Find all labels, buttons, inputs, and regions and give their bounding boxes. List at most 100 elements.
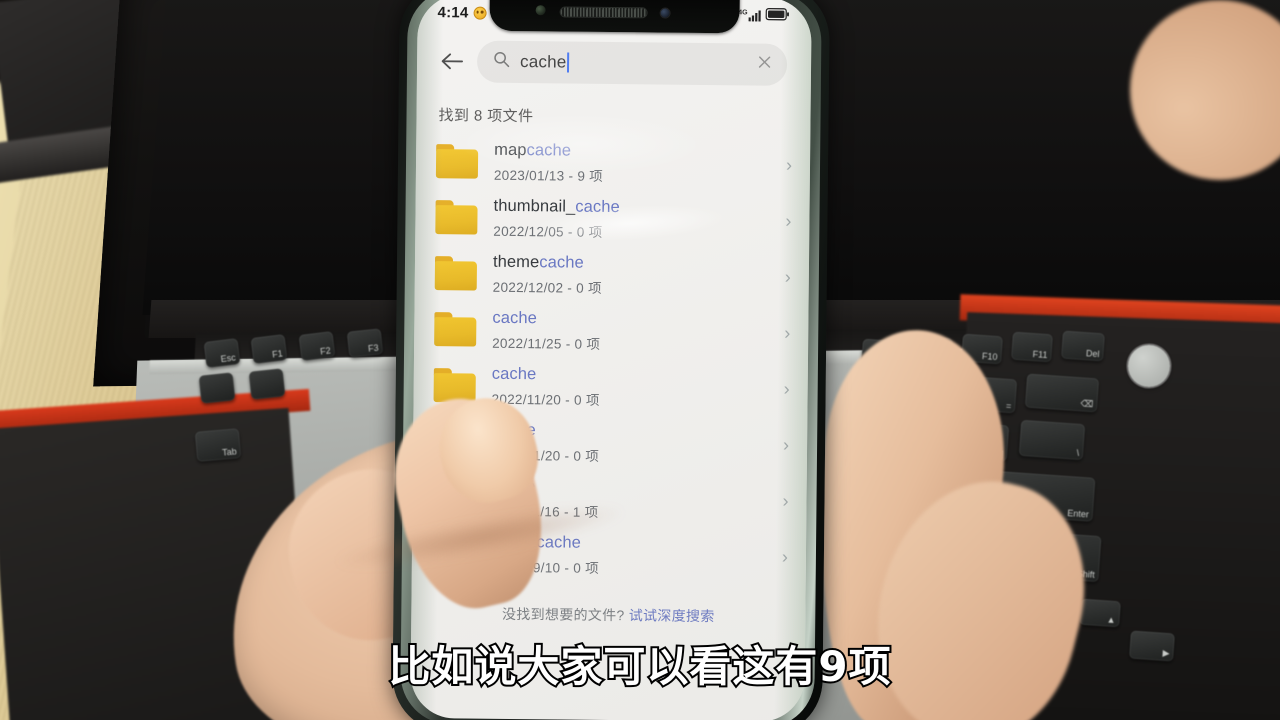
folder-name-match: cache bbox=[490, 476, 536, 495]
result-count-label: 找到 8 项文件 bbox=[438, 107, 534, 126]
row-texts: cache 2022/11/25 - 0 项 bbox=[492, 307, 772, 355]
notch-sensor-icon bbox=[535, 5, 546, 16]
laptop-key: P bbox=[856, 426, 902, 466]
screenshot-root: EscF1F2F3TabF8F9F10F11Del0-=⌫P[]\;'Enter… bbox=[0, 0, 1280, 720]
laptop-key bbox=[248, 368, 286, 400]
row-texts: cache 2022/11/20 - 0 项 bbox=[491, 419, 771, 467]
status-time: 4:14 bbox=[437, 3, 469, 21]
chevron-right-icon[interactable]: › bbox=[772, 378, 790, 399]
folder-icon bbox=[434, 312, 477, 347]
chevron-right-icon[interactable]: › bbox=[773, 266, 791, 287]
folder-name-match: cache bbox=[539, 252, 584, 272]
row-texts: mapcache 2023/01/13 - 9 项 bbox=[494, 139, 774, 187]
search-header: cache bbox=[417, 30, 812, 94]
table-row[interactable]: cache 2022/11/20 - 0 项 › bbox=[413, 357, 808, 417]
folder-name: themecache bbox=[493, 251, 773, 275]
row-texts: thumbnail_cache 2022/12/05 - 0 项 bbox=[493, 195, 773, 243]
folder-name: cache bbox=[491, 419, 771, 443]
folder-name: cache bbox=[492, 363, 772, 387]
folder-icon bbox=[434, 256, 478, 291]
laptop-key: [ bbox=[910, 424, 956, 464]
chevron-right-icon[interactable]: › bbox=[774, 154, 792, 175]
chevron-right-icon[interactable]: › bbox=[770, 490, 788, 511]
laptop-key bbox=[198, 372, 236, 404]
folder-name: cache bbox=[491, 475, 771, 499]
folder-meta: 2022/12/05 - 0 项 bbox=[493, 224, 603, 241]
laptop-key: - bbox=[920, 378, 966, 416]
folder-meta: 2022/11/25 - 0 项 bbox=[492, 336, 601, 353]
folder-meta: 2022/11/20 - 0 项 bbox=[491, 392, 600, 409]
folder-meta: 2022/09/10 - 0 项 bbox=[489, 560, 599, 577]
battery-icon bbox=[765, 7, 790, 24]
laptop-key: Del bbox=[1061, 330, 1105, 362]
back-arrow-icon bbox=[441, 53, 463, 70]
table-row[interactable]: themecache 2022/12/02 - 0 项 › bbox=[415, 245, 810, 305]
folder-name-match: cache bbox=[575, 197, 620, 216]
table-row[interactable]: cache 2022/11/25 - 0 项 › bbox=[414, 301, 809, 361]
search-input-text[interactable]: cache bbox=[520, 52, 746, 74]
search-query-value: cache bbox=[520, 52, 567, 72]
power-button-laptop bbox=[1128, 345, 1170, 387]
laptop-key: F8 bbox=[861, 338, 903, 370]
row-texts: cache 2022/11/16 - 1 项 bbox=[490, 475, 770, 523]
phone-notch bbox=[489, 0, 740, 34]
row-texts: cache 2022/11/20 - 0 项 bbox=[491, 363, 771, 411]
folder-name: thumbnail_cache bbox=[493, 195, 773, 219]
table-row[interactable]: mapcache 2023/01/13 - 9 项 › bbox=[416, 133, 811, 193]
laptop-key: F11 bbox=[1011, 331, 1053, 363]
search-result-list: mapcache 2023/01/13 - 9 项 › thumbnail_cache… bbox=[412, 133, 811, 585]
folder-name: themecache bbox=[490, 531, 770, 555]
folder-name-prefix: thumbnail_ bbox=[493, 196, 576, 216]
folder-icon bbox=[431, 536, 475, 571]
video-caption: 比如说大家可以看这有9项 bbox=[386, 640, 892, 693]
folder-name-match: cache bbox=[492, 308, 538, 327]
folder-name-match: cache bbox=[491, 420, 536, 439]
folder-icon bbox=[435, 144, 479, 179]
laptop-key: Enter bbox=[982, 470, 1096, 522]
deep-search-link[interactable]: 试试深度搜索 bbox=[629, 607, 715, 624]
folder-name-match: cache bbox=[491, 364, 537, 383]
folder-name-match: cache bbox=[526, 140, 572, 160]
close-icon bbox=[758, 56, 771, 68]
row-texts: themecache 2022/09/10 - 0 项 bbox=[490, 531, 770, 579]
table-row[interactable]: themecache 2022/09/10 - 0 项 › bbox=[412, 525, 807, 585]
folder-name-prefix: theme bbox=[489, 532, 537, 551]
clear-search-button[interactable] bbox=[756, 54, 773, 76]
text-cursor bbox=[567, 52, 570, 73]
folder-icon bbox=[432, 480, 475, 515]
laptop-key: F1 bbox=[250, 334, 288, 364]
back-button[interactable] bbox=[437, 46, 467, 76]
laptop-key: ' bbox=[929, 482, 939, 495]
table-row[interactable]: cache 2022/11/20 - 0 项 › bbox=[413, 413, 808, 473]
laptop-key: = bbox=[972, 376, 1018, 414]
front-camera-icon bbox=[660, 7, 670, 18]
folder-meta: 2022/11/16 - 1 项 bbox=[490, 504, 599, 521]
chevron-right-icon[interactable]: › bbox=[772, 322, 790, 343]
folder-name: cache bbox=[492, 307, 772, 331]
laptop-key: Esc bbox=[203, 338, 241, 368]
deep-search-footer: 没找到想要的文件? 试试深度搜索 bbox=[411, 603, 805, 627]
folder-meta: 2022/11/20 - 0 项 bbox=[490, 448, 600, 465]
laptop-key: F9 bbox=[911, 335, 953, 367]
chevron-right-icon[interactable]: › bbox=[773, 210, 791, 231]
laptop-key: Shift bbox=[978, 527, 1102, 583]
earpiece-speaker-icon bbox=[560, 6, 647, 17]
search-input[interactable]: cache bbox=[476, 40, 788, 86]
chevron-right-icon[interactable]: › bbox=[771, 434, 789, 455]
smartphone: 4:14 N ᛦ bbox=[392, 0, 830, 720]
table-row[interactable]: thumbnail_cache 2022/12/05 - 0 项 › bbox=[415, 189, 810, 249]
laptop-key: ⌫ bbox=[1024, 373, 1100, 413]
laptop-key: F10 bbox=[961, 333, 1003, 365]
signal-4g-sim2-icon: 4G bbox=[738, 9, 761, 22]
folder-name-prefix: map bbox=[494, 140, 527, 159]
laptop-key: ] bbox=[964, 422, 1010, 462]
laptop-key: 0 bbox=[868, 380, 914, 418]
laptop-key: \ bbox=[1018, 419, 1086, 461]
folder-name-match: cache bbox=[536, 532, 582, 552]
table-row[interactable]: cache 2022/11/16 - 1 项 › bbox=[412, 469, 807, 529]
laptop-key: F3 bbox=[346, 328, 384, 358]
laptop-key: ▲ bbox=[1079, 598, 1121, 628]
deep-search-prompt: 没找到想要的文件? bbox=[501, 605, 625, 624]
chevron-right-icon[interactable]: › bbox=[770, 546, 788, 567]
folder-icon bbox=[435, 200, 478, 235]
